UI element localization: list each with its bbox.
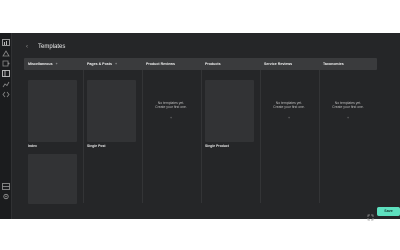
add-template-icon[interactable]: + (263, 115, 315, 120)
add-icon[interactable]: + (56, 62, 58, 66)
template-card-label: Index (28, 144, 37, 148)
template-card-label: Single Product (205, 144, 229, 148)
sidebar-rail (0, 33, 12, 219)
layers-icon[interactable] (2, 183, 10, 190)
tab-pages-posts[interactable]: Pages & Posts + (87, 58, 117, 70)
template-card-index[interactable] (28, 80, 77, 142)
template-card-label: Single Post (87, 144, 106, 148)
tab-label: Product Reviews (146, 62, 175, 66)
chevron-left-icon[interactable]: ‹ (26, 44, 28, 50)
add-template-icon[interactable]: + (145, 115, 197, 120)
tab-label: Taxonomies (323, 62, 344, 66)
column-divider (319, 70, 320, 203)
templates-icon[interactable] (2, 70, 10, 77)
rocket-icon[interactable] (2, 50, 10, 57)
puzzle-icon[interactable] (2, 60, 10, 67)
empty-state: No templates yet. Create your first one.… (145, 101, 197, 120)
tab-product-reviews[interactable]: Product Reviews (146, 58, 175, 70)
empty-state: No templates yet. Create your first one.… (263, 101, 315, 120)
page-title: Templates (38, 44, 66, 50)
empty-state-line: Create your first one. (332, 105, 364, 110)
chart-icon[interactable] (2, 81, 10, 88)
tab-label: Miscellaneous (28, 62, 53, 66)
tab-service-reviews[interactable]: Service Reviews (264, 58, 292, 70)
column-divider (142, 70, 143, 203)
save-button[interactable]: Save (377, 207, 400, 216)
code-icon[interactable] (2, 91, 10, 98)
add-icon[interactable]: + (115, 62, 117, 66)
empty-state-line: Create your first one. (155, 105, 187, 110)
empty-state: No templates yet. Create your first one.… (322, 101, 374, 120)
expand-icon[interactable] (367, 208, 374, 221)
settings-icon[interactable] (2, 193, 10, 200)
tab-label: Service Reviews (264, 62, 293, 66)
empty-state-line: No templates yet. (157, 101, 185, 105)
template-card-single-post[interactable] (87, 80, 136, 142)
dashboard-icon[interactable] (2, 39, 10, 46)
tab-taxonomies[interactable]: Taxonomies (323, 58, 344, 70)
template-card-single-product[interactable] (205, 80, 254, 142)
tab-label: Products (205, 62, 221, 66)
empty-state-line: No templates yet. (334, 101, 362, 105)
tab-miscellaneous[interactable]: Miscellaneous + (28, 58, 58, 70)
empty-state-line: Create your first one. (273, 105, 305, 110)
template-categories-bar: Miscellaneous + Pages & Posts + Product Re… (24, 58, 377, 70)
column-divider (201, 70, 202, 203)
template-card[interactable] (28, 154, 77, 204)
tab-products[interactable]: Products (205, 58, 221, 70)
column-divider (83, 70, 84, 203)
empty-state-line: No templates yet. (275, 101, 303, 105)
app-window: ‹ Templates Miscellaneous + Pages & Posts… (0, 33, 400, 221)
tab-label: Pages & Posts (87, 62, 112, 66)
add-template-icon[interactable]: + (322, 115, 374, 120)
column-divider (260, 70, 261, 203)
